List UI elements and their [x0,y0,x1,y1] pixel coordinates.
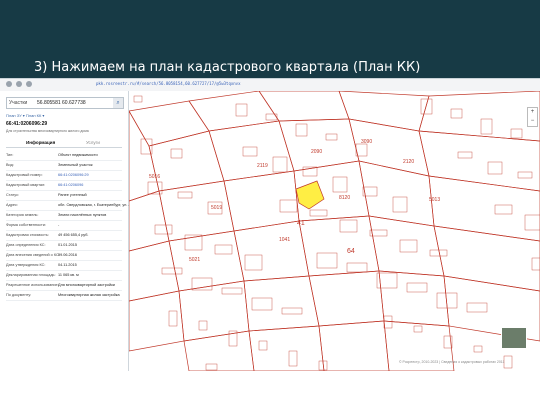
parcel-label: 3090 [361,139,372,145]
attribute-value: Объект недвижимости [58,153,98,157]
attribute-value: Ранее учтенный [58,193,87,197]
attribute-value: 04.11.2015 [58,263,77,267]
address-bar[interactable]: pkk.rosreestr.ru/#/search/56.8058154,60.… [96,81,241,86]
attribute-key: Вид: [6,163,14,167]
attribute-row: Форма собственности: - [6,221,122,231]
parcel-label: 5019 [211,205,222,211]
attribute-key: Кадастровый квартал: [6,183,46,187]
parcel-label: 5016 [149,174,160,180]
attribute-key: Кадастровая стоимость: [6,233,49,237]
zoom-controls[interactable]: + − [527,107,538,127]
attribute-key: Форма собственности: [6,223,46,227]
parcel-label: 2120 [403,159,414,165]
search-type-select[interactable]: Участки [9,100,27,106]
back-icon[interactable] [6,81,12,87]
attribute-value: 01.01.2015 [58,243,78,247]
reload-icon[interactable] [26,81,32,87]
parcel-label: 2119 [257,163,268,169]
attribute-key: Дата утверждения КС: [6,263,46,267]
attribute-key: Разрешенное использование: [6,283,59,287]
attribute-row: Адрес: обл. Свердловская, г. Екатеринбург… [6,201,152,211]
attribute-row: Статус: Ранее учтенный [6,191,122,201]
attribute-link[interactable]: 66:41:0206096 [58,183,83,187]
attribute-value: 11 065 кв. м [58,273,79,277]
attribute-row: Кадастровая стоимость: 49 456 655,4 руб. [6,231,122,241]
parcel-label: 2090 [311,149,322,155]
attribute-key: Адрес: [6,203,18,207]
tab-services[interactable]: Услуги [86,140,100,145]
search-icon[interactable]: ⌕ [113,98,123,108]
parcel-lines: 41 64 2090 5016 2119 5019 8120 1041 2120 5021 3090… [129,91,540,371]
object-id: 66:41:0206096:29 [6,121,48,127]
attribute-value: - [58,223,60,227]
zoom-in-button: + [530,109,535,115]
search-input[interactable]: Участки 56.805581 60.627738 ⌕ [6,97,124,109]
attribute-row: Дата утверждения КС: 04.11.2015 [6,261,122,271]
attribute-row: Декларированная площадь: 11 065 кв. м [6,271,122,281]
attribute-key: Дата определения КС: [6,243,46,247]
attribute-row: Кадастровый квартал: 66:41:0206096 [6,181,122,191]
tab-info[interactable]: Информация [26,140,55,145]
info-tabs: Информация Услуги [6,139,122,148]
attribute-row: Вид: Земельный участок [6,161,122,171]
parcel-label: 64 [347,248,355,255]
attribute-key: Статус: [6,193,20,197]
object-subtitle: Для строительства многоквартирного жилог… [6,129,89,133]
attribute-value: Для многоквартирной застройки [58,283,115,287]
attribute-link[interactable]: 66:41:0206096:29 [58,173,89,177]
cadastral-map[interactable]: 41 64 2090 5016 2119 5019 8120 1041 2120 5021 3090… [129,91,540,371]
attribute-key: Категория земель: [6,213,39,217]
attribute-row: Кадастровый номер: 66:41:0206096:29 [6,171,122,181]
attribute-value: Многоквартирная жилая застройка [58,293,120,297]
zoom-out-button: − [530,118,535,124]
parcel-label: 8120 [339,195,350,201]
parcel-label: 5013 [429,197,440,203]
attribute-key: Кадастровый номер: [6,173,43,177]
basemap-thumbnail[interactable] [501,327,527,349]
plan-selector[interactable]: План ЗУ ▾ План КК ▾ [6,113,44,118]
parcel-label: 1041 [279,237,290,243]
attribute-row: Категория земель: Земли населённых пункто… [6,211,122,221]
map-attribution: © Росреестр, 2010-2023 | Сведения о када… [399,360,505,364]
parcel-label: 41 [297,220,305,227]
attribute-value: Земельный участок [58,163,93,167]
attribute-row: Дата внесения сведений о КС: 09.06.2016 [6,251,122,261]
attribute-row: Тип: Объект недвижимости [6,151,122,161]
attribute-key: Тип: [6,153,14,157]
selected-parcel [295,180,325,210]
attribute-value: 09.06.2016 [58,253,78,257]
attribute-key: Декларированная площадь: [6,273,56,277]
attribute-row: По документу: Многоквартирная жилая застр… [6,291,122,301]
attribute-row: Разрешенное использование: Для многокварт… [6,281,122,291]
search-value[interactable]: 56.805581 60.627738 [37,100,86,106]
info-panel: Участки 56.805581 60.627738 ⌕ План ЗУ ▾ … [0,91,152,371]
parcel-label: 5021 [189,257,200,263]
attribute-list: Тип: Объект недвижимости Вид: Земельный уча… [6,151,152,301]
attribute-key: По документу: [6,293,32,297]
attribute-row: Дата определения КС: 01.01.2015 [6,241,122,251]
attribute-value: Земли населённых пунктов [58,213,107,217]
attribute-value: 49 456 655,4 руб. [58,233,89,237]
attribute-key: Дата внесения сведений о КС: [6,253,60,257]
browser-screenshot: pkk.rosreestr.ru/#/search/56.8058154,60.… [0,78,540,371]
slide-title: 3) Нажимаем на план кадастрового квартал… [34,60,421,75]
forward-icon[interactable] [16,81,22,87]
